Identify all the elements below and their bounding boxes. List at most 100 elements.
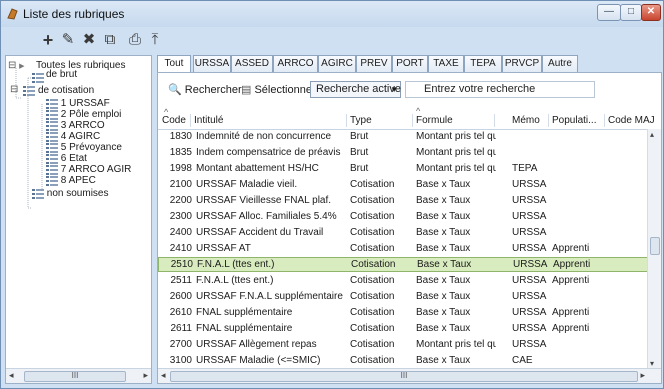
minimize-button[interactable]: — (597, 4, 621, 21)
column-divider[interactable] (412, 114, 413, 127)
add-icon[interactable]: + (39, 31, 57, 49)
table-row[interactable]: 2200 URSSAF Vieillesse FNAL plaf. Cotisati… (158, 193, 648, 208)
scroll-right-icon[interactable]: ▸ (143, 370, 148, 381)
column-divider[interactable] (604, 114, 605, 127)
tab-port[interactable]: PORT (392, 55, 428, 72)
table-horizontal-scrollbar[interactable]: ◂ III ▸ (158, 368, 661, 383)
tab-assed[interactable]: ASSED (231, 55, 273, 72)
table-row[interactable]: 2400 URSSAF Accident du Travail Cotisation… (158, 225, 648, 240)
column-divider[interactable] (548, 114, 549, 127)
search-mode-select[interactable]: Recherche active ▼ (310, 81, 401, 98)
tree-item-brut[interactable] (32, 72, 44, 83)
tree-item-label: 5 Prévoyance (60, 142, 122, 154)
tree-item-label: 4 AGIRC (60, 131, 101, 143)
maximize-button[interactable]: □ (620, 4, 642, 21)
column-header-code[interactable]: Code (162, 115, 186, 126)
cell-code: 2611 (170, 323, 192, 334)
scroll-left-icon[interactable]: ◂ (161, 370, 166, 381)
table-row[interactable]: 1835 Indem compensatrice de préavis Brut Mo… (158, 145, 648, 160)
tree-item-label: 2 Pôle emploi (60, 109, 122, 121)
rubric-tree[interactable]: ⊟ ▶ Toutes les rubriques de brut ⊟ de co… (5, 55, 152, 384)
tree-item-apec[interactable]: 8 APEC (46, 175, 96, 186)
tab-tout[interactable]: Tout (157, 55, 191, 73)
cell-formule: Base x Taux (416, 227, 471, 238)
cell-type: Brut (350, 147, 369, 158)
cell-intitule: FNAL supplémentaire (196, 323, 293, 334)
table-row[interactable]: 1998 Montant abattement HS/HC Brut Montant … (158, 161, 648, 176)
table-row[interactable]: 2510 F.N.A.L (ttes ent.) Cotisation Base x … (158, 257, 648, 272)
scroll-down-icon[interactable]: ▾ (650, 359, 654, 368)
tab-tepa[interactable]: TEPA (464, 55, 502, 72)
tab-autre[interactable]: Autre (542, 55, 578, 72)
column-divider[interactable] (494, 114, 495, 127)
scroll-up-icon[interactable]: ▴ (650, 130, 654, 139)
tree-item-non-soumises[interactable]: non soumises (32, 188, 108, 199)
duplicate-icon[interactable]: ⧉ (101, 31, 119, 49)
column-header-population[interactable]: Populati... (552, 115, 596, 126)
tree-horizontal-scrollbar[interactable]: ◂ III ▸ (6, 368, 151, 383)
tree-cotisation-expander[interactable]: ⊟ (10, 84, 18, 95)
cell-type: Cotisation (350, 275, 395, 286)
search-input[interactable]: Entrez votre recherche (405, 81, 595, 98)
tree-item-pole-emploi[interactable]: 2 Pôle emploi (46, 109, 121, 120)
cell-code: 2610 (169, 307, 192, 318)
table-row[interactable]: 2300 URSSAF Alloc. Familiales 5.4% Cotisat… (158, 209, 648, 224)
tree-item-cotisation[interactable] (23, 85, 35, 96)
scroll-thumb[interactable] (650, 237, 660, 255)
tab-taxe[interactable]: TAXE (428, 55, 464, 72)
column-header-type[interactable]: Type (350, 115, 372, 126)
cell-intitule: URSSAF F.N.A.L supplémentaire (196, 291, 343, 302)
table-row[interactable]: 2511 F.N.A.L (ttes ent.) Cotisation Base x … (158, 273, 648, 288)
tab-prvcp[interactable]: PRVCP (502, 55, 542, 72)
column-header-intitule[interactable]: Intitulé (194, 115, 223, 126)
column-header-code-maj[interactable]: Code MAJ (608, 115, 655, 126)
cell-population: Apprenti (552, 243, 590, 254)
tab-urssa[interactable]: URSSA (193, 55, 231, 72)
column-header-formule[interactable]: Formule (416, 115, 453, 126)
column-divider[interactable] (346, 114, 347, 127)
column-divider[interactable] (190, 114, 191, 127)
cell-intitule: F.N.A.L (ttes ent.) (196, 275, 274, 286)
cell-type: Cotisation (350, 211, 395, 222)
table-vertical-scrollbar[interactable]: ▴ ▾ (647, 129, 661, 369)
tab-agirc[interactable]: AGIRC (318, 55, 356, 72)
scroll-left-icon[interactable]: ◂ (9, 370, 14, 381)
table-row[interactable]: 2610 FNAL supplémentaire Cotisation Base x … (158, 305, 648, 320)
scroll-thumb[interactable]: III (170, 371, 638, 382)
cell-population: Apprenti (552, 275, 590, 286)
rechercher-button[interactable]: 🔍 Rechercher (168, 82, 242, 98)
tree-item-arrco-agir[interactable]: 7 ARRCO AGIR (46, 164, 131, 175)
table-row[interactable]: 3100 URSSAF Maladie (<=SMIC) Cotisation Bas… (158, 353, 648, 368)
scroll-thumb[interactable]: III (24, 371, 126, 382)
cell-memo: URSSA (512, 195, 547, 206)
close-button[interactable]: ✕ (641, 4, 661, 21)
tree-item-arrco[interactable]: 3 ARRCO (46, 120, 105, 131)
table-row[interactable]: 1830 Indemnité de non concurrence Brut Mont… (158, 129, 648, 144)
close-icon: ✕ (646, 6, 656, 17)
tab-bar: Tout URSSA ASSED ARRCO AGIRC PREV PORT T… (157, 55, 662, 73)
export-icon[interactable]: ⤒ (146, 31, 164, 49)
tab-prev[interactable]: PREV (356, 55, 392, 72)
scroll-right-icon[interactable]: ▸ (640, 370, 645, 381)
cell-formule: Montant pris tel quel (416, 131, 496, 142)
tree-item-agirc[interactable]: 4 AGIRC (46, 131, 100, 142)
tree-item-label: 1 URSSAF (60, 98, 110, 110)
table-row[interactable]: 2600 URSSAF F.N.A.L supplémentaire Cotisat… (158, 289, 648, 304)
print-icon[interactable]: ⎙ (126, 31, 144, 49)
table-row[interactable]: 2410 URSSAF AT Cotisation Base x Taux URSSA A… (158, 241, 648, 256)
tree-item-urssaf[interactable]: 1 URSSAF (46, 98, 110, 109)
toolbar: + ✎ ✖ ⧉ ⎙ ⤒ (1, 27, 663, 53)
title-bar[interactable]: Liste des rubriques — □ ✕ (1, 1, 663, 27)
edit-icon[interactable]: ✎ (59, 31, 77, 49)
tree-root-expander[interactable]: ⊟ ▶ (8, 60, 25, 72)
tab-arrco[interactable]: ARRCO (273, 55, 318, 72)
table-row[interactable]: 2100 URSSAF Maladie vieil. Cotisation Base … (158, 177, 648, 192)
delete-icon[interactable]: ✖ (80, 31, 98, 49)
maximize-icon: □ (627, 6, 635, 17)
table-row[interactable]: 2611 FNAL supplémentaire Cotisation Base x … (158, 321, 648, 336)
table-row[interactable]: 2700 URSSAF Allègement repas Cotisation Mon… (158, 337, 648, 352)
selectionner-button[interactable]: ▤ Sélectionner (241, 82, 316, 98)
tree-item-etat[interactable]: 6 Etat (46, 153, 87, 164)
column-header-memo[interactable]: Mémo (512, 115, 540, 126)
tree-item-prevoyance[interactable]: 5 Prévoyance (46, 142, 122, 153)
